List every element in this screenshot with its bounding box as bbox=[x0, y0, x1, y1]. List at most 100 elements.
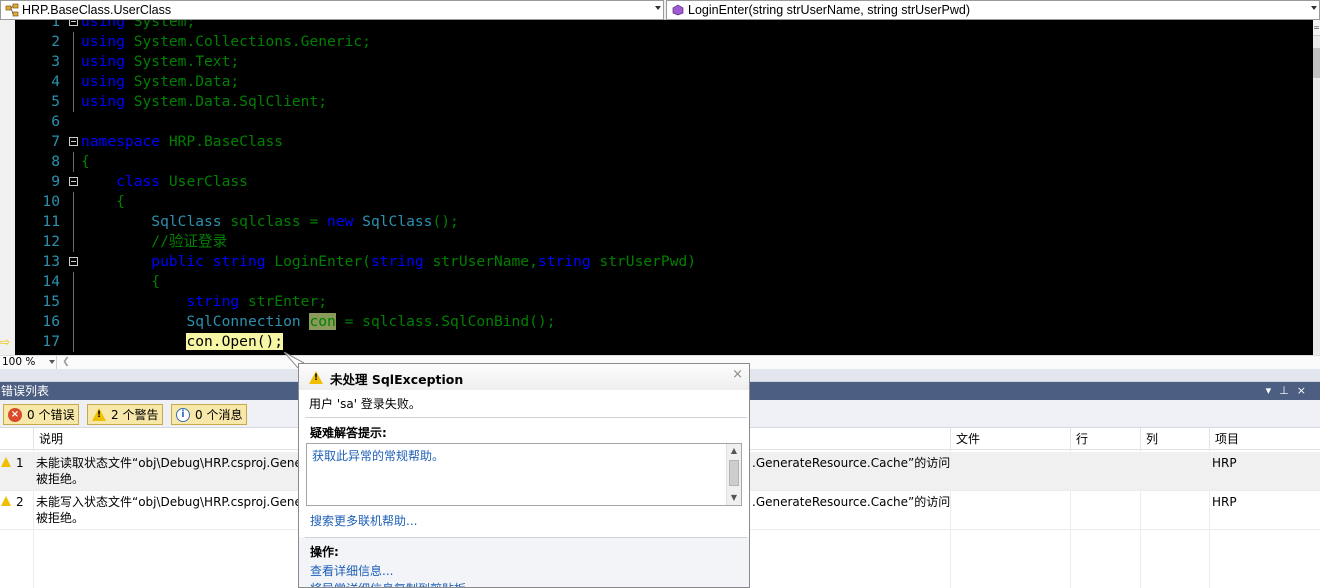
row-index: 1 bbox=[16, 456, 24, 470]
actions-section: 操作: 查看详细信息... 将异常详细信息复制到剪贴板 bbox=[299, 537, 749, 587]
code-text: using System.Text; bbox=[81, 53, 240, 70]
code-line: 9 class UserClass bbox=[0, 172, 1313, 192]
copy-details-link[interactable]: 将异常详细信息复制到剪贴板 bbox=[310, 580, 466, 587]
type-dropdown-value: HRP.BaseClass.UserClass bbox=[22, 3, 172, 17]
line-number: 16 bbox=[42, 313, 60, 330]
code-line: 1 using System; bbox=[0, 20, 1313, 32]
type-dropdown[interactable]: HRP.BaseClass.UserClass bbox=[0, 0, 664, 20]
code-line: 13 public string LoginEnter(string strUs… bbox=[0, 252, 1313, 272]
chevron-down-icon[interactable] bbox=[1311, 6, 1317, 10]
separator bbox=[305, 537, 747, 538]
line-number: 3 bbox=[51, 53, 60, 70]
errors-filter-button[interactable]: × 0 个错误 bbox=[3, 404, 80, 425]
code-text: { bbox=[81, 153, 90, 170]
row-description-cont: 被拒绝。 bbox=[36, 511, 85, 525]
chevron-up-icon[interactable]: ▲ bbox=[727, 444, 741, 458]
code-text: string strEnter; bbox=[186, 293, 328, 310]
code-line: 17 con.Open(); bbox=[0, 332, 1313, 352]
view-details-link[interactable]: 查看详细信息... bbox=[310, 562, 393, 579]
code-text: public string LoginEnter(string strUserN… bbox=[151, 253, 697, 270]
column-line[interactable]: 行 bbox=[1070, 428, 1088, 450]
line-number: 11 bbox=[42, 213, 60, 230]
member-dropdown[interactable]: LoginEnter(string strUserName, string st… bbox=[666, 0, 1320, 20]
code-line: 10 { bbox=[0, 192, 1313, 212]
column-project[interactable]: 项目 bbox=[1209, 428, 1239, 450]
scrollbar-thumb[interactable] bbox=[1313, 48, 1320, 78]
execution-pointer-icon: ⇨ bbox=[0, 335, 11, 349]
messages-filter-button[interactable]: i 0 个消息 bbox=[171, 404, 248, 425]
editor-vertical-scrollbar[interactable]: = bbox=[1313, 20, 1320, 355]
code-line: 8{ bbox=[0, 152, 1313, 172]
warnings-filter-button[interactable]: 2 个警告 bbox=[87, 404, 164, 425]
online-help-link[interactable]: 搜索更多联机帮助... bbox=[310, 512, 417, 529]
warning-icon bbox=[309, 371, 323, 384]
line-number: 14 bbox=[42, 273, 60, 290]
chevron-down-icon[interactable]: ▼ bbox=[727, 491, 741, 505]
line-number: 1 bbox=[51, 20, 60, 30]
code-text: { bbox=[151, 273, 161, 290]
zoom-dropdown[interactable]: 100 % bbox=[1, 356, 57, 369]
current-statement: con.Open(); bbox=[186, 333, 284, 350]
code-line: 2 using System.Collections.Generic; bbox=[0, 32, 1313, 52]
collapse-icon[interactable] bbox=[69, 137, 78, 146]
collapse-icon[interactable] bbox=[69, 20, 78, 26]
line-number: 17 bbox=[42, 333, 60, 350]
warnings-filter-label: 2 个警告 bbox=[111, 408, 159, 422]
line-number: 6 bbox=[51, 113, 60, 130]
collapse-icon[interactable] bbox=[69, 257, 78, 266]
zoom-level: 100 % bbox=[2, 356, 36, 368]
actions-heading: 操作: bbox=[310, 545, 339, 559]
method-icon bbox=[670, 2, 686, 18]
scrollbar-thumb[interactable] bbox=[729, 460, 739, 486]
dropdown-icon[interactable]: ▾ bbox=[1266, 384, 1280, 397]
code-line: 7 namespace HRP.BaseClass bbox=[0, 132, 1313, 152]
troubleshooting-list[interactable]: 获取此异常的常规帮助。 ▲ ▼ bbox=[306, 443, 742, 506]
code-text: //验证登录 bbox=[151, 233, 228, 250]
code-line: 11 SqlClass sqlclass = new SqlClass(); bbox=[0, 212, 1313, 232]
line-number: 13 bbox=[42, 253, 60, 270]
code-editor[interactable]: 1 using System; 2 using System.Collections… bbox=[0, 20, 1313, 355]
line-number: 12 bbox=[42, 233, 60, 250]
row-description: 未能读取状态文件“obj\Debug\HRP.csproj.Gene bbox=[36, 456, 302, 470]
scroll-left-icon[interactable]: ❮ bbox=[60, 356, 72, 369]
code-line: 14 { bbox=[0, 272, 1313, 292]
code-text: SqlClass sqlclass = new SqlClass(); bbox=[151, 213, 459, 230]
code-lines: 1 using System; 2 using System.Collections… bbox=[0, 20, 1313, 352]
warning-icon bbox=[1, 496, 11, 506]
row-index: 2 bbox=[16, 495, 24, 509]
warning-icon bbox=[1, 457, 11, 467]
code-line: 3 using System.Text; bbox=[0, 52, 1313, 72]
exception-message: 用户 'sa' 登录失败。 bbox=[309, 397, 421, 411]
line-number: 9 bbox=[51, 173, 60, 190]
exception-header: 未处理 SqlException × bbox=[299, 364, 749, 390]
column-column[interactable]: 列 bbox=[1140, 428, 1158, 450]
column-description[interactable]: 说明 bbox=[33, 428, 63, 450]
chevron-down-icon[interactable] bbox=[655, 6, 661, 10]
troubleshooting-tip-link[interactable]: 获取此异常的常规帮助。 bbox=[312, 447, 444, 464]
error-list-title: 错误列表 bbox=[1, 384, 50, 398]
pin-icon[interactable]: ⊥ bbox=[1279, 384, 1297, 397]
line-number: 10 bbox=[42, 193, 60, 210]
info-icon: i bbox=[176, 407, 190, 422]
close-icon[interactable]: × bbox=[732, 367, 743, 382]
exception-assistant: 未处理 SqlException × 用户 'sa' 登录失败。 疑难解答提示:… bbox=[298, 363, 750, 588]
errors-filter-label: 0 个错误 bbox=[27, 408, 75, 422]
tips-scrollbar[interactable]: ▲ ▼ bbox=[726, 444, 741, 505]
separator bbox=[305, 417, 747, 418]
split-handle[interactable]: = bbox=[1313, 20, 1320, 36]
collapse-icon[interactable] bbox=[69, 177, 78, 186]
code-line: 16 SqlConnection con = sqlclass.SqlConBi… bbox=[0, 312, 1313, 332]
close-icon[interactable]: × bbox=[1297, 384, 1314, 397]
code-line: 6 bbox=[0, 112, 1313, 132]
code-line: 15 string strEnter; bbox=[0, 292, 1313, 312]
messages-filter-label: 0 个消息 bbox=[195, 408, 243, 422]
row-project: HRP bbox=[1212, 495, 1237, 509]
code-text: namespace HRP.BaseClass bbox=[81, 133, 284, 150]
chevron-down-icon[interactable] bbox=[49, 360, 55, 364]
column-file[interactable]: 文件 bbox=[950, 428, 980, 450]
line-number: 4 bbox=[51, 73, 60, 90]
code-line: 12 //验证登录 bbox=[0, 232, 1313, 252]
row-description: 未能写入状态文件“obj\Debug\HRP.csproj.Gene bbox=[36, 495, 302, 509]
troubleshooting-heading: 疑难解答提示: bbox=[310, 426, 387, 440]
line-number: 2 bbox=[51, 33, 60, 50]
